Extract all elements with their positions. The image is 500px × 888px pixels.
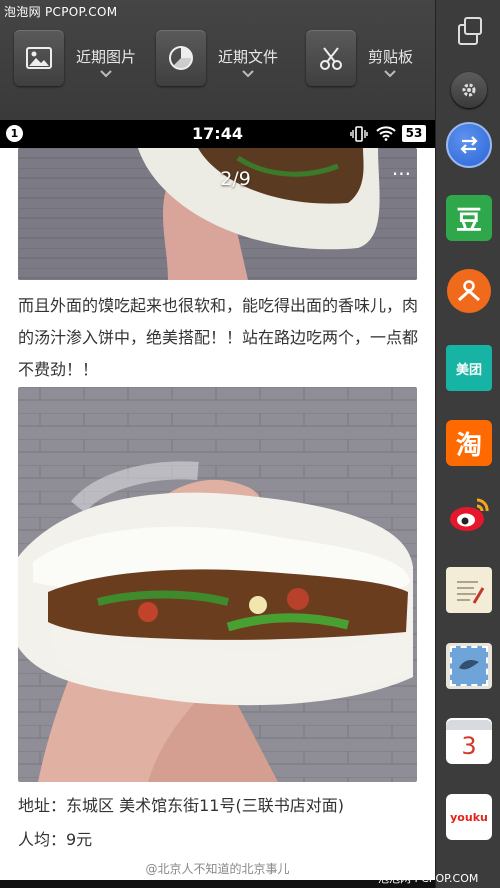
douban-icon[interactable]: 豆: [446, 195, 492, 241]
home-bar: [0, 880, 435, 888]
app-orange-icon[interactable]: [446, 268, 492, 314]
more-icon[interactable]: ···: [392, 162, 411, 186]
recent-images-label: 近期图片: [76, 48, 137, 66]
image-icon: [14, 30, 64, 86]
recent-files-button[interactable]: 近期文件: [156, 30, 286, 90]
watermark: 泡泡网 PCPOP.COM: [4, 5, 118, 19]
wifi-icon: [376, 125, 396, 145]
address-text: 地址：东城区 美术馆东街11号(三联书店对面): [18, 796, 344, 815]
image-pager: 2/9: [220, 168, 251, 190]
quick-panel: 泡泡网 PCPOP.COM 近期图片 近期文件 剪贴板: [0, 0, 435, 120]
mail-stamp-icon[interactable]: [446, 643, 492, 689]
status-bar: 1 17:44 53: [0, 120, 435, 148]
meituan-icon[interactable]: 美团: [446, 345, 492, 391]
pie-chart-icon: [156, 30, 206, 86]
settings-gear-icon[interactable]: [446, 67, 492, 113]
food-photo-main[interactable]: [18, 387, 417, 782]
recent-files-label: 近期文件: [218, 48, 279, 66]
chevron-down-icon: [100, 68, 112, 81]
chevron-down-icon: [384, 68, 396, 81]
youku-icon[interactable]: youku: [446, 794, 492, 840]
vibrate-icon: [350, 125, 368, 147]
recent-images-button[interactable]: 近期图片: [14, 30, 144, 90]
notes-icon[interactable]: [446, 567, 492, 613]
clipboard-label: 剪贴板: [368, 48, 414, 66]
weibo-icon[interactable]: [446, 492, 492, 538]
chevron-down-icon: [242, 68, 254, 81]
taobao-icon[interactable]: 淘: [446, 420, 492, 466]
status-time: 17:44: [192, 124, 243, 143]
food-photo-top[interactable]: 2/9 ···: [18, 148, 417, 280]
calendar-icon[interactable]: 3: [446, 718, 492, 764]
battery-indicator: 53: [402, 125, 426, 142]
calendar-day: 3: [461, 732, 477, 760]
photo-credit: @北京人不知道的北京事儿: [145, 862, 290, 876]
app-sidebar: 豆 美团 淘 3 youku 泡泡网 PCPOP.COM: [378, 0, 500, 888]
scissors-icon: [306, 30, 356, 86]
phone-screen: 1 17:44 53 2/9 ··· 而且外面的馍吃起来也很软和，能吃得出面的香…: [0, 120, 435, 888]
clipboard-button[interactable]: 剪贴板: [306, 30, 431, 90]
switch-icon[interactable]: [446, 122, 492, 168]
watermark-bottom: 泡泡网 PCPOP.COM: [378, 872, 479, 885]
article-paragraph: 而且外面的馍吃起来也很软和，能吃得出面的香味儿，肉的汤汁渗入饼中，绝美搭配！！站…: [18, 296, 419, 379]
window-toggle-icon[interactable]: [446, 8, 492, 54]
price-text: 人均：9元: [18, 830, 93, 849]
